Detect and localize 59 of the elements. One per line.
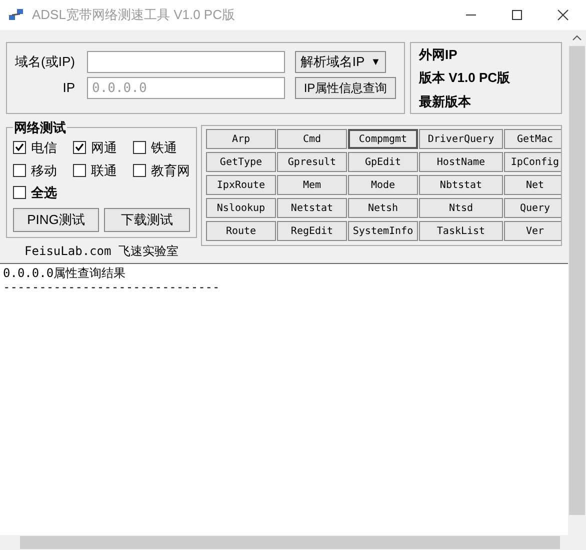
checkbox[interactable] bbox=[133, 164, 146, 177]
info-text: 外网IP bbox=[419, 46, 458, 64]
command-button[interactable]: Net bbox=[504, 175, 561, 195]
output-line: 0.0.0.0属性查询结果 bbox=[3, 266, 127, 280]
command-button[interactable]: Netsh bbox=[348, 198, 418, 218]
command-button[interactable]: HostName bbox=[419, 152, 503, 172]
checkbox-label: 电信 bbox=[31, 139, 57, 157]
resolve-button[interactable]: 解析域名IP ▼ bbox=[295, 51, 386, 73]
ip-label: IP bbox=[62, 79, 76, 98]
command-button[interactable]: Arp bbox=[206, 129, 276, 149]
ip-info-button[interactable]: IP属性信息查询 bbox=[295, 77, 396, 99]
info-text: 最新版本 bbox=[419, 92, 472, 111]
vertical-scrollbar[interactable] bbox=[568, 30, 586, 535]
test-button[interactable]: PING测试 bbox=[13, 208, 99, 232]
checkbox[interactable] bbox=[73, 164, 86, 177]
network-icon bbox=[8, 7, 24, 23]
domain-field[interactable] bbox=[87, 51, 285, 73]
command-button[interactable]: Netstat bbox=[277, 198, 347, 218]
info-text: 版本 V1.0 PC版 bbox=[419, 69, 512, 88]
test-button[interactable]: 下载测试 bbox=[104, 208, 190, 232]
command-button[interactable]: Cmd bbox=[277, 129, 347, 149]
scroll-thumb[interactable] bbox=[569, 46, 585, 515]
command-button[interactable]: IpxRoute bbox=[206, 175, 276, 195]
checkbox[interactable] bbox=[13, 164, 26, 177]
checkbox-label: 移动 bbox=[31, 162, 57, 180]
command-button[interactable]: Nbtstat bbox=[419, 175, 503, 195]
command-button[interactable]: GetMac bbox=[504, 129, 561, 149]
command-button[interactable]: Nslookup bbox=[206, 198, 276, 218]
command-button[interactable]: IpConfig bbox=[504, 152, 561, 172]
command-button[interactable]: RegEdit bbox=[277, 221, 347, 241]
command-button[interactable]: Mode bbox=[348, 175, 418, 195]
checkbox-label: 全选 bbox=[31, 184, 57, 202]
scroll-thumb[interactable] bbox=[20, 536, 560, 549]
command-button[interactable]: Ntsd bbox=[419, 198, 503, 218]
output-line: ------------------------------ bbox=[3, 280, 221, 294]
command-button[interactable]: SystemInfo bbox=[348, 221, 418, 241]
horizontal-scrollbar[interactable] bbox=[0, 535, 586, 550]
command-button[interactable]: Ver bbox=[504, 221, 561, 241]
command-button[interactable]: Compmgmt bbox=[348, 129, 418, 149]
footer-text: FeisuLab.com 飞速实验室 bbox=[24, 243, 180, 260]
checkbox-label: 教育网 bbox=[151, 162, 190, 180]
checkbox[interactable] bbox=[133, 141, 146, 154]
window-title: ADSL宽带网络测速工具 V1.0 PC版 bbox=[32, 6, 235, 24]
checkbox-label: 网通 bbox=[91, 139, 117, 157]
checkbox-label: 铁通 bbox=[151, 139, 177, 157]
checkbox[interactable] bbox=[73, 141, 86, 154]
checkbox[interactable] bbox=[13, 141, 26, 154]
command-button[interactable]: GetType bbox=[206, 152, 276, 172]
command-button[interactable]: DriverQuery bbox=[419, 129, 503, 149]
command-button[interactable]: GpEdit bbox=[348, 152, 418, 172]
command-button[interactable]: Route bbox=[206, 221, 276, 241]
command-button[interactable]: Gpresult bbox=[277, 152, 347, 172]
command-button[interactable]: TaskList bbox=[419, 221, 503, 241]
command-button[interactable]: Mem bbox=[277, 175, 347, 195]
command-button[interactable]: Query bbox=[504, 198, 561, 218]
checkbox-label: 联通 bbox=[91, 162, 117, 180]
checkbox[interactable] bbox=[13, 186, 26, 200]
domain-label: 域名(或IP) bbox=[15, 53, 76, 72]
ip-field[interactable]: 0.0.0.0 bbox=[87, 77, 285, 99]
